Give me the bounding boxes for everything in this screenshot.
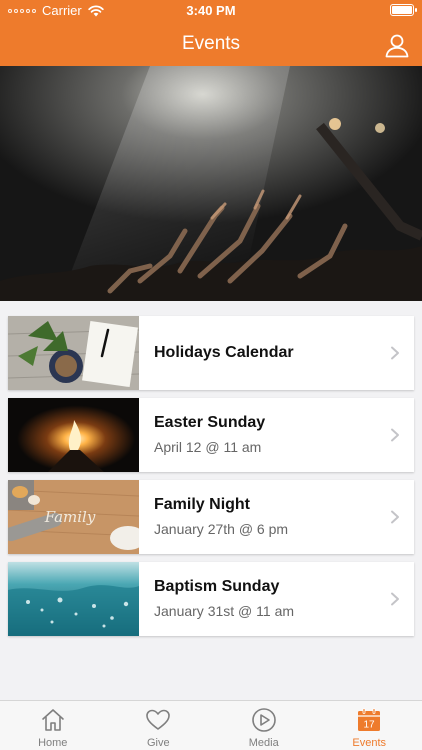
tab-label: Home [38, 737, 68, 749]
calendar-icon: 17 [358, 708, 381, 731]
calendar-day: 17 [364, 720, 376, 731]
event-thumbnail [8, 562, 139, 636]
event-card-holidays-calendar[interactable]: Holidays Calendar [8, 316, 414, 390]
tab-media[interactable]: Media [211, 701, 317, 750]
event-title: Family Night [154, 496, 251, 513]
event-card-family-night[interactable]: Family Family Night January 27th @ 6 pm [8, 480, 414, 554]
tab-bar: Home Give Media 17 Events [0, 700, 422, 750]
hero-image [0, 66, 422, 301]
status-time: 3:40 PM [186, 3, 236, 18]
event-date: April 12 @ 11 am [154, 439, 262, 455]
profile-button[interactable] [384, 32, 410, 58]
event-title: Easter Sunday [154, 414, 266, 431]
tab-label: Events [352, 737, 387, 749]
event-date: January 31st @ 11 am [154, 603, 295, 619]
play-icon [251, 708, 276, 732]
event-title: Holidays Calendar [154, 344, 294, 361]
event-thumbnail [8, 398, 139, 472]
heart-icon [146, 709, 171, 730]
page-title: Events [181, 33, 241, 54]
chevron-right-icon [391, 592, 399, 606]
svg-text:Family: Family [44, 508, 96, 526]
user-icon [385, 34, 409, 58]
tab-label: Media [248, 737, 279, 749]
event-card-baptism-sunday[interactable]: Baptism Sunday January 31st @ 11 am [8, 562, 414, 636]
event-title: Baptism Sunday [154, 578, 280, 595]
status-bar: Carrier 3:40 PM [0, 0, 422, 22]
chevron-right-icon [391, 510, 399, 524]
event-card-easter-sunday[interactable]: Easter Sunday April 12 @ 11 am [8, 398, 414, 472]
tab-give[interactable]: Give [106, 701, 212, 750]
event-date: January 27th @ 6 pm [154, 521, 289, 537]
event-thumbnail: Family [8, 480, 139, 554]
chevron-right-icon [391, 346, 399, 360]
event-thumbnail [8, 316, 139, 390]
tab-events[interactable]: 17 Events [317, 701, 422, 750]
tab-home[interactable]: Home [0, 701, 106, 750]
battery-icon [390, 4, 417, 16]
home-icon [41, 709, 64, 731]
chevron-right-icon [391, 428, 399, 442]
tab-label: Give [146, 737, 170, 749]
